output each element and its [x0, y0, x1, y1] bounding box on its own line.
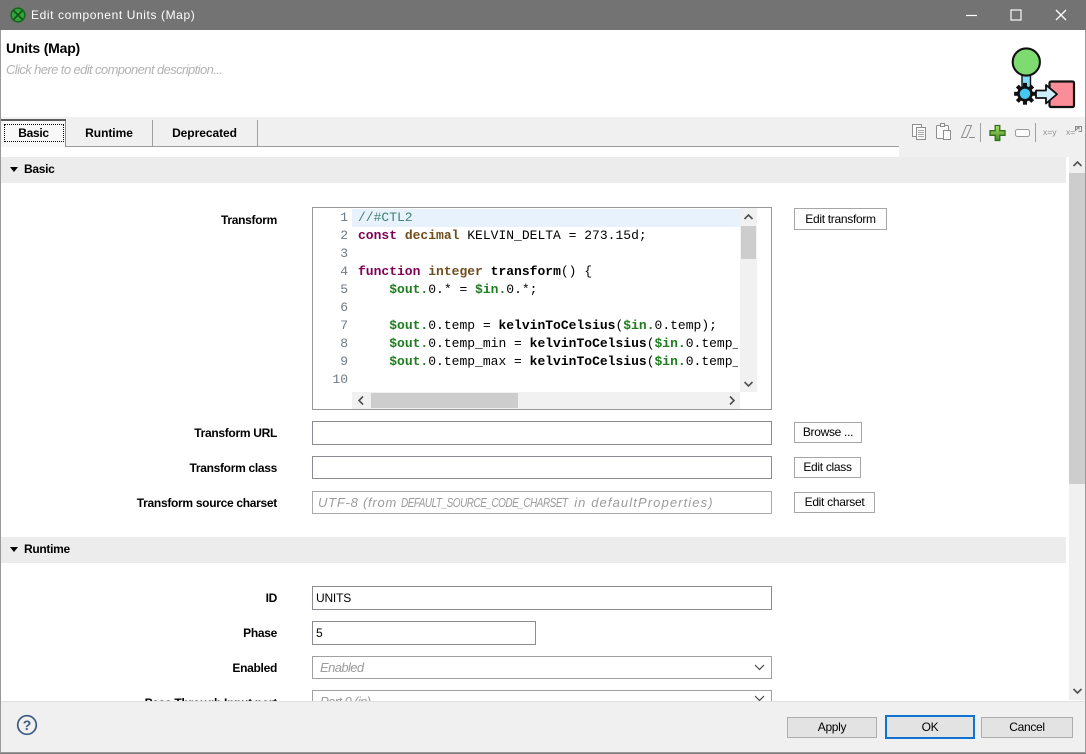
- svg-text:x=: x=: [1066, 127, 1075, 137]
- svg-text:x=y: x=y: [1043, 127, 1057, 137]
- svg-text:?: ?: [23, 717, 32, 733]
